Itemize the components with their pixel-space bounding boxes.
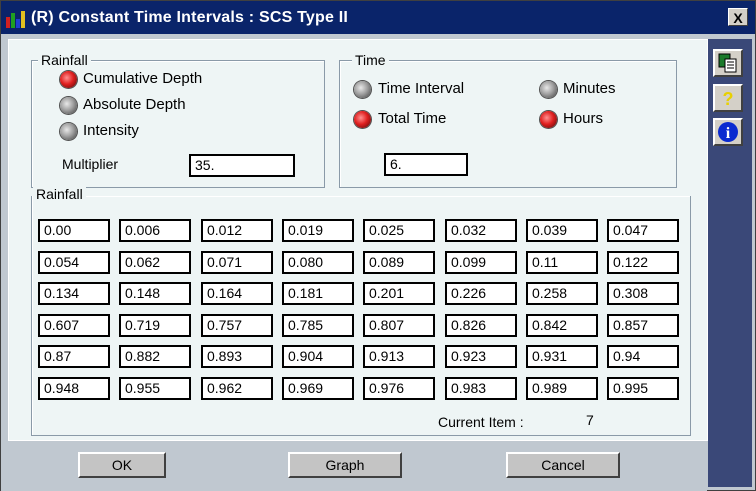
radio-button[interactable] <box>60 123 77 140</box>
dialog-client-area: Rainfall Cumulative Depth Absolute Depth… <box>8 39 708 441</box>
radio-label: Hours <box>563 110 604 127</box>
side-toolbar: ? i <box>708 39 752 487</box>
help-icon: ? <box>723 89 734 109</box>
svg-text:i: i <box>726 125 731 142</box>
help-button[interactable]: ? <box>713 84 743 112</box>
rainfall-cell[interactable]: 0.87 <box>38 345 110 368</box>
time-value-input[interactable]: 6. <box>384 153 468 176</box>
current-item-value: 7 <box>586 412 594 428</box>
info-button[interactable]: i <box>713 118 743 146</box>
current-item-label: Current Item : <box>438 414 524 430</box>
radio-label: Intensity <box>83 122 139 139</box>
radio-label: Cumulative Depth <box>83 70 203 87</box>
radio-label: Time Interval <box>378 80 465 97</box>
graph-button[interactable]: Graph <box>288 452 402 478</box>
rainfall-cell[interactable]: 0.00 <box>38 219 110 242</box>
radio-button[interactable] <box>540 81 557 98</box>
time-group-label: Time <box>352 52 389 68</box>
rainfall-cell[interactable]: 0.962 <box>201 377 273 400</box>
rainfall-cell[interactable]: 0.012 <box>201 219 273 242</box>
radio-button[interactable] <box>354 81 371 98</box>
rainfall-cell[interactable]: 0.089 <box>363 251 435 274</box>
rainfall-cell[interactable]: 0.226 <box>445 282 517 305</box>
rainfall-cell[interactable]: 0.976 <box>363 377 435 400</box>
rainfall-cell[interactable]: 0.134 <box>38 282 110 305</box>
rainfall-table-label: Rainfall <box>33 186 86 202</box>
info-icon: i <box>718 122 738 142</box>
rainfall-cell[interactable]: 0.807 <box>363 314 435 337</box>
rainfall-cell[interactable]: 0.019 <box>282 219 354 242</box>
radio-button[interactable] <box>60 97 77 114</box>
rainfall-cell[interactable]: 0.164 <box>201 282 273 305</box>
rainfall-cell[interactable]: 0.148 <box>119 282 191 305</box>
rainfall-cell[interactable]: 0.842 <box>526 314 598 337</box>
rainfall-cell[interactable]: 0.025 <box>363 219 435 242</box>
app-icon <box>6 11 25 28</box>
rainfall-cell[interactable]: 0.94 <box>607 345 679 368</box>
rainfall-cell[interactable]: 0.757 <box>201 314 273 337</box>
copy-icon <box>718 53 737 73</box>
rainfall-cell[interactable]: 0.308 <box>607 282 679 305</box>
multiplier-label: Multiplier <box>62 156 119 172</box>
rainfall-cell[interactable]: 0.201 <box>363 282 435 305</box>
rainfall-cell[interactable]: 0.032 <box>445 219 517 242</box>
rainfall-cell[interactable]: 0.071 <box>201 251 273 274</box>
copy-button[interactable] <box>713 49 743 77</box>
rainfall-table-group: Rainfall 0.00 0.006 0.012 0.019 0.025 0.032 0.… <box>31 186 691 436</box>
rainfall-group: Rainfall Cumulative Depth Absolute Depth… <box>31 52 325 188</box>
rainfall-cell[interactable]: 0.11 <box>526 251 598 274</box>
rainfall-cell[interactable]: 0.955 <box>119 377 191 400</box>
rainfall-cell[interactable]: 0.923 <box>445 345 517 368</box>
rainfall-cell[interactable]: 0.099 <box>445 251 517 274</box>
rainfall-cell[interactable]: 0.719 <box>119 314 191 337</box>
rainfall-cell[interactable]: 0.785 <box>282 314 354 337</box>
rainfall-cell[interactable]: 0.882 <box>119 345 191 368</box>
cancel-button[interactable]: Cancel <box>506 452 620 478</box>
rainfall-cell[interactable]: 0.969 <box>282 377 354 400</box>
rainfall-cell[interactable]: 0.989 <box>526 377 598 400</box>
radio-button[interactable] <box>540 111 557 128</box>
rainfall-cell[interactable]: 0.080 <box>282 251 354 274</box>
rainfall-cell[interactable]: 0.122 <box>607 251 679 274</box>
rainfall-cell[interactable]: 0.054 <box>38 251 110 274</box>
time-group: Time Time Interval Total Time Minutes Ho… <box>339 52 677 188</box>
rainfall-cell[interactable]: 0.931 <box>526 345 598 368</box>
rainfall-cell[interactable]: 0.181 <box>282 282 354 305</box>
radio-button[interactable] <box>60 71 77 88</box>
rainfall-cell[interactable]: 0.607 <box>38 314 110 337</box>
rainfall-cell[interactable]: 0.904 <box>282 345 354 368</box>
ok-button[interactable]: OK <box>78 452 166 478</box>
dialog-window: (R) Constant Time Intervals : SCS Type I… <box>0 0 756 491</box>
rainfall-group-label: Rainfall <box>38 52 91 68</box>
radio-label: Absolute Depth <box>83 96 186 113</box>
rainfall-cell[interactable]: 0.826 <box>445 314 517 337</box>
rainfall-cell[interactable]: 0.258 <box>526 282 598 305</box>
rainfall-cell[interactable]: 0.039 <box>526 219 598 242</box>
radio-label: Total Time <box>378 110 447 127</box>
svg-text:?: ? <box>723 89 734 109</box>
rainfall-cell[interactable]: 0.983 <box>445 377 517 400</box>
multiplier-input[interactable]: 35. <box>189 154 295 177</box>
rainfall-cell[interactable]: 0.006 <box>119 219 191 242</box>
radio-button[interactable] <box>354 111 371 128</box>
rainfall-cell[interactable]: 0.893 <box>201 345 273 368</box>
window-title: (R) Constant Time Intervals : SCS Type I… <box>31 9 348 26</box>
rainfall-cell[interactable]: 0.948 <box>38 377 110 400</box>
rainfall-cell[interactable]: 0.913 <box>363 345 435 368</box>
close-button[interactable]: X <box>728 8 748 26</box>
title-bar[interactable]: (R) Constant Time Intervals : SCS Type I… <box>1 1 755 34</box>
rainfall-cell[interactable]: 0.857 <box>607 314 679 337</box>
rainfall-cell[interactable]: 0.062 <box>119 251 191 274</box>
radio-label: Minutes <box>563 80 616 97</box>
rainfall-cell[interactable]: 0.047 <box>607 219 679 242</box>
rainfall-cell[interactable]: 0.995 <box>607 377 679 400</box>
